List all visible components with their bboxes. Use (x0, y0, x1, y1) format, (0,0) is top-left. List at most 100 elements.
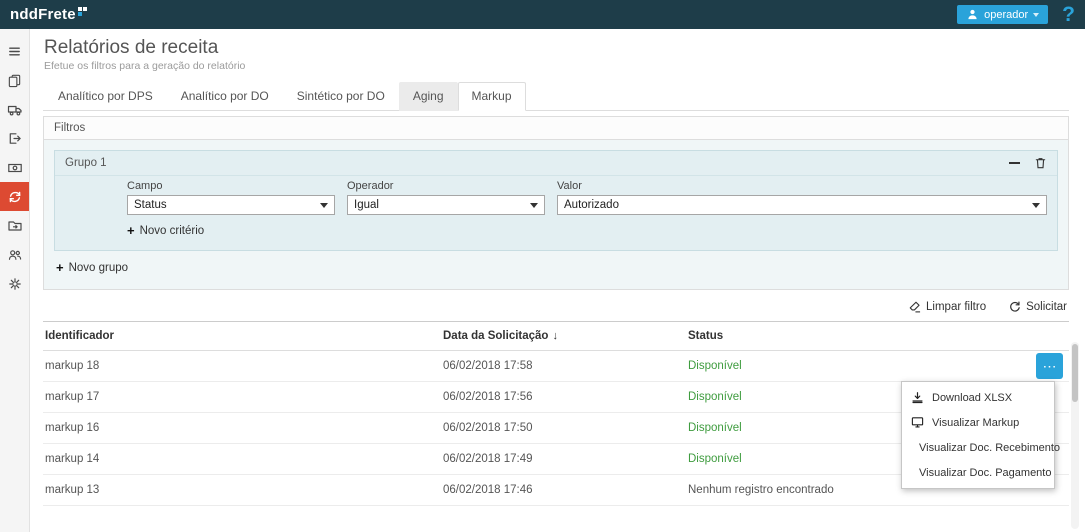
campo-select[interactable]: Status (127, 195, 335, 215)
ellipsis-icon: ⋯ (1043, 358, 1057, 375)
group-tools (1009, 156, 1047, 170)
sidebar-item-documents[interactable] (0, 66, 29, 95)
sidebar-item-export[interactable] (0, 124, 29, 153)
sidebar-item-billing[interactable] (0, 153, 29, 182)
export-icon (7, 131, 22, 146)
menu-item-visualizar-doc-pagamento[interactable]: Visualizar Doc. Pagamento (902, 460, 1054, 485)
table-scrollbar[interactable] (1071, 342, 1079, 529)
row-actions-menu: Download XLSX Visualizar Markup Visualiz… (901, 381, 1055, 489)
cell-identificador: markup 14 (43, 453, 441, 465)
column-header-identificador[interactable]: Identificador (43, 322, 441, 350)
brand-text: nddFrete (10, 6, 76, 23)
menu-item-visualizar-markup[interactable]: Visualizar Markup (902, 410, 1054, 435)
tab-analitico-por-dps[interactable]: Analítico por DPS (44, 82, 167, 111)
operador-select[interactable]: Igual (347, 195, 545, 215)
cell-identificador: markup 16 (43, 422, 441, 434)
request-button[interactable]: Solicitar (1008, 300, 1067, 313)
new-group-label: Novo grupo (69, 262, 128, 274)
table-header-row: Identificador Data da Solicitação ↓ Stat… (43, 322, 1069, 351)
user-label: operador (984, 9, 1028, 21)
chevron-down-icon (1033, 13, 1039, 17)
campo-value: Status (134, 199, 167, 211)
cell-data: 06/02/2018 17:46 (441, 484, 686, 496)
app-window: nddFrete operador ? (0, 0, 1085, 532)
new-group-button[interactable]: + Novo grupo (56, 261, 128, 274)
eraser-icon (908, 300, 921, 313)
operador-value: Igual (354, 199, 379, 211)
sidebar-item-users[interactable] (0, 240, 29, 269)
collapse-group-icon[interactable] (1009, 162, 1020, 165)
menu-item-download-xlsx[interactable]: Download XLSX (902, 385, 1054, 410)
cell-data: 06/02/2018 17:56 (441, 391, 686, 403)
sidebar-item-folder-send[interactable] (0, 211, 29, 240)
main-content: Relatórios de receita Efetue os filtros … (30, 29, 1085, 532)
chevron-down-icon (320, 203, 328, 208)
truck-icon (7, 102, 23, 118)
tab-bar: Analítico por DPS Analítico por DO Sinté… (43, 82, 1069, 111)
tab-markup[interactable]: Markup (458, 82, 526, 111)
menu-item-label: Download XLSX (932, 392, 1012, 404)
help-button[interactable]: ? (1062, 4, 1075, 25)
users-icon (7, 247, 23, 263)
menu-item-visualizar-doc-recebimento[interactable]: Visualizar Doc. Recebimento (902, 435, 1054, 460)
valor-select[interactable]: Autorizado (557, 195, 1047, 215)
chevron-down-icon (530, 203, 538, 208)
status-badge: Disponível (688, 360, 742, 372)
clear-filter-label: Limpar filtro (926, 301, 986, 313)
results-table: Identificador Data da Solicitação ↓ Stat… (43, 321, 1069, 506)
chevron-down-icon (1032, 203, 1040, 208)
sidebar-item-settings[interactable] (0, 269, 29, 298)
sidebar-item-truck[interactable] (0, 95, 29, 124)
tab-aging[interactable]: Aging (399, 82, 458, 111)
download-icon (911, 391, 924, 404)
sidebar-item-menu[interactable] (0, 37, 29, 66)
filter-group: Grupo 1 Campo Status (54, 150, 1058, 251)
brand-logo[interactable]: nddFrete (10, 6, 87, 23)
scrollbar-thumb[interactable] (1072, 344, 1078, 402)
status-badge: Disponível (688, 391, 742, 403)
menu-item-label: Visualizar Doc. Pagamento (919, 467, 1051, 479)
row-actions-button[interactable]: ⋯ (1036, 353, 1063, 379)
criterion-row: Campo Status Operador Igual (127, 180, 1047, 215)
valor-label: Valor (557, 180, 1047, 192)
sidebar-item-revenue-reports[interactable] (0, 182, 29, 211)
plus-icon: + (56, 261, 64, 274)
topbar-right: operador ? (957, 4, 1075, 25)
folder-send-icon (7, 218, 23, 234)
menu-item-label: Visualizar Markup (932, 417, 1019, 429)
cell-identificador: markup 13 (43, 484, 441, 496)
documents-icon (7, 73, 22, 88)
plus-icon: + (127, 224, 135, 237)
page-title: Relatórios de receita (44, 37, 1069, 59)
cell-data: 06/02/2018 17:58 (441, 360, 686, 372)
sidebar (0, 29, 30, 532)
cell-identificador: markup 18 (43, 360, 441, 372)
menu-item-label: Visualizar Doc. Recebimento (919, 442, 1060, 454)
page-subtitle: Efetue os filtros para a geração do rela… (44, 60, 1069, 72)
status-badge: Disponível (688, 453, 742, 465)
clear-filter-button[interactable]: Limpar filtro (908, 300, 986, 313)
body: Relatórios de receita Efetue os filtros … (0, 29, 1085, 532)
operador-label: Operador (347, 180, 545, 192)
status-badge: Disponível (688, 422, 742, 434)
status-badge: Nenhum registro encontrado (688, 484, 834, 496)
brand-mark-icon (78, 7, 87, 16)
tab-sintetico-por-do[interactable]: Sintético por DO (283, 82, 399, 111)
report-actions: Limpar filtro Solicitar (43, 290, 1069, 321)
top-bar: nddFrete operador ? (0, 0, 1085, 29)
menu-icon (7, 44, 22, 59)
cell-identificador: markup 17 (43, 391, 441, 403)
settings-icon (7, 276, 23, 292)
cell-data: 06/02/2018 17:49 (441, 453, 686, 465)
campo-label: Campo (127, 180, 335, 192)
trash-icon[interactable] (1034, 156, 1047, 170)
monitor-icon (911, 416, 924, 429)
column-header-status[interactable]: Status (686, 322, 1069, 350)
column-header-data-solicitacao[interactable]: Data da Solicitação ↓ (441, 322, 686, 350)
table-row: markup 18 06/02/2018 17:58 Disponível ⋯ … (43, 351, 1069, 382)
tab-analitico-por-do[interactable]: Analítico por DO (167, 82, 283, 111)
request-label: Solicitar (1026, 301, 1067, 313)
user-menu-button[interactable]: operador (957, 5, 1048, 24)
new-criterion-button[interactable]: + Novo critério (127, 224, 204, 237)
field-valor: Valor Autorizado (557, 180, 1047, 215)
